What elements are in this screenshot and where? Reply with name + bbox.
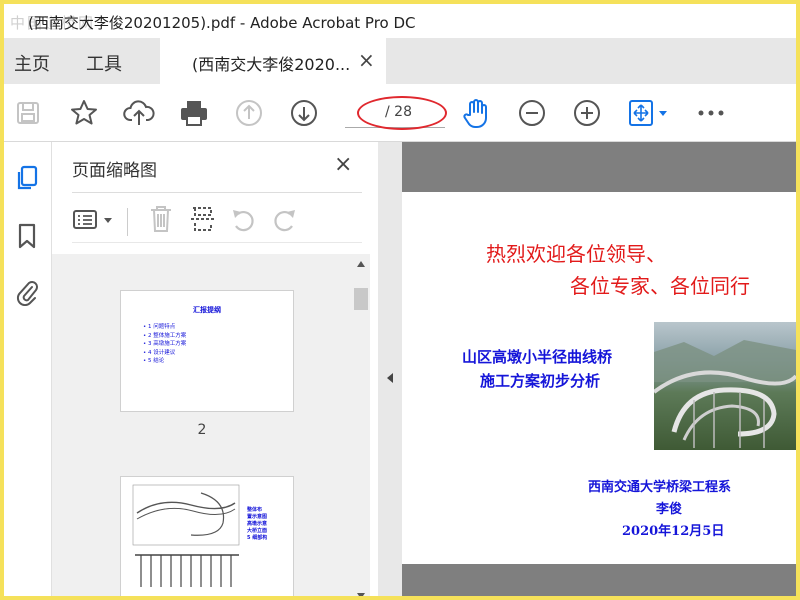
close-tab-button[interactable]: ×	[358, 48, 375, 72]
thumbnail-page-2[interactable]: 汇报提纲 • 1 问题特点 • 2 整体施工方案 • 3 高墩施工方案 • 4 …	[120, 290, 294, 412]
page-number-field[interactable]: / 28	[345, 98, 445, 128]
outline-item: • 2 整体施工方案	[143, 332, 187, 339]
document-viewer[interactable]: 热烈欢迎各位领导、 各位专家、各位同行 山区高墩小半径曲线桥 施工方案初步分析 …	[402, 142, 796, 596]
note-line: 高墩示意	[247, 521, 268, 527]
outline-item: • 4 设计建议	[143, 349, 176, 356]
cloud-upload-icon[interactable]	[122, 96, 156, 130]
collapse-panel-icon[interactable]	[386, 372, 394, 384]
thumbnail-outline: • 1 问题特点 • 2 整体施工方案 • 3 高墩施工方案 • 4 设计建议 …	[143, 323, 186, 366]
note-line: 整体布	[247, 507, 263, 513]
page-down-icon[interactable]	[287, 96, 321, 130]
outline-item: • 1 问题特点	[143, 324, 176, 330]
thumbnail-page-number: 2	[197, 422, 207, 438]
slide-org: 西南交通大学桥梁工程系	[588, 480, 732, 495]
thumbnails-panel: 页面缩略图 × 汇报提纲 • 1 问题特点 • 2 整体施工方案 • 3 高墩施…	[52, 142, 378, 600]
welcome-line-1: 热烈欢迎各位领导、	[486, 242, 666, 266]
panel-toolbar	[72, 202, 362, 242]
window-title: (西南交大李俊20201205).pdf - Adobe Acrobat Pro…	[28, 14, 416, 32]
panel-splitter[interactable]	[378, 142, 402, 596]
page-up-icon[interactable]	[232, 96, 266, 130]
outline-item: • 3 高墩施工方案	[143, 341, 187, 347]
scroll-up-icon[interactable]	[356, 260, 366, 268]
print-icon[interactable]	[177, 96, 211, 130]
rotate-left-icon[interactable]	[230, 206, 258, 238]
slide-title-line-2: 施工方案初步分析	[480, 372, 601, 390]
extract-page-icon[interactable]	[188, 204, 218, 238]
bridge-photo	[654, 322, 796, 450]
slide-date: 2020年12月5日	[622, 524, 725, 539]
tab-document[interactable]: (西南交大李俊2020... ×	[160, 38, 386, 84]
pdf-page: 热烈欢迎各位领导、 各位专家、各位同行 山区高墩小半径曲线桥 施工方案初步分析 …	[402, 192, 796, 564]
close-panel-button[interactable]: ×	[334, 152, 352, 177]
screenshot-frame: 中国道桥网 (西南交大李俊20201205).pdf - Adobe Acrob…	[0, 0, 800, 600]
thumbnail-options-icon[interactable]	[72, 206, 116, 234]
fit-page-icon[interactable]	[626, 96, 672, 130]
save-icon[interactable]	[11, 96, 45, 130]
bridge-drawing	[132, 484, 240, 587]
tab-bar: 主页 工具 (西南交大李俊2020... ×	[4, 38, 796, 84]
outline-item: • 5 结论	[143, 358, 165, 364]
thumbnail-notes: 整体布 置示意图 高墩示意 大桥立面 5 细部构	[247, 507, 267, 542]
delete-icon[interactable]	[148, 204, 174, 238]
note-line: 置示意图	[247, 514, 268, 520]
thumbnail-page-3[interactable]: 整体布 置示意图 高墩示意 大桥立面 5 细部构	[120, 476, 294, 596]
bookmark-icon[interactable]	[13, 222, 41, 250]
note-line: 5 细部构	[247, 535, 268, 541]
panel-divider	[72, 192, 362, 193]
thumbnail-scrollbar[interactable]	[352, 254, 370, 600]
attachment-icon[interactable]	[13, 278, 41, 306]
tab-home[interactable]: 主页	[14, 50, 50, 76]
tab-tools[interactable]: 工具	[86, 50, 122, 76]
main-toolbar: / 28	[4, 84, 796, 142]
scroll-thumb[interactable]	[354, 288, 368, 310]
panel-divider-2	[72, 242, 362, 243]
star-icon[interactable]	[67, 96, 101, 130]
more-icon[interactable]	[694, 96, 728, 130]
thumbnail-list: 汇报提纲 • 1 问题特点 • 2 整体施工方案 • 3 高墩施工方案 • 4 …	[52, 254, 352, 596]
document-tab-label: (西南交大李俊2020...	[192, 55, 351, 74]
note-line: 大桥立面	[247, 528, 268, 534]
title-bar: 中国道桥网 (西南交大李俊20201205).pdf - Adobe Acrob…	[4, 4, 796, 38]
scroll-down-icon[interactable]	[356, 592, 366, 600]
slide-title-line-1: 山区高墩小半径曲线桥	[462, 348, 613, 366]
zoom-out-icon[interactable]	[515, 96, 549, 130]
hand-icon[interactable]	[459, 96, 493, 130]
toolbar-divider	[127, 208, 128, 236]
page-thumbnails-icon[interactable]	[13, 164, 41, 192]
thumbnail-heading: 汇报提纲	[193, 306, 221, 314]
panel-title: 页面缩略图	[72, 161, 157, 181]
left-nav-rail	[4, 142, 52, 596]
page-total-label: / 28	[385, 104, 412, 120]
zoom-in-icon[interactable]	[570, 96, 604, 130]
welcome-line-2: 各位专家、各位同行	[570, 274, 750, 298]
slide-author: 李俊	[656, 502, 683, 517]
rotate-right-icon[interactable]	[270, 206, 298, 238]
